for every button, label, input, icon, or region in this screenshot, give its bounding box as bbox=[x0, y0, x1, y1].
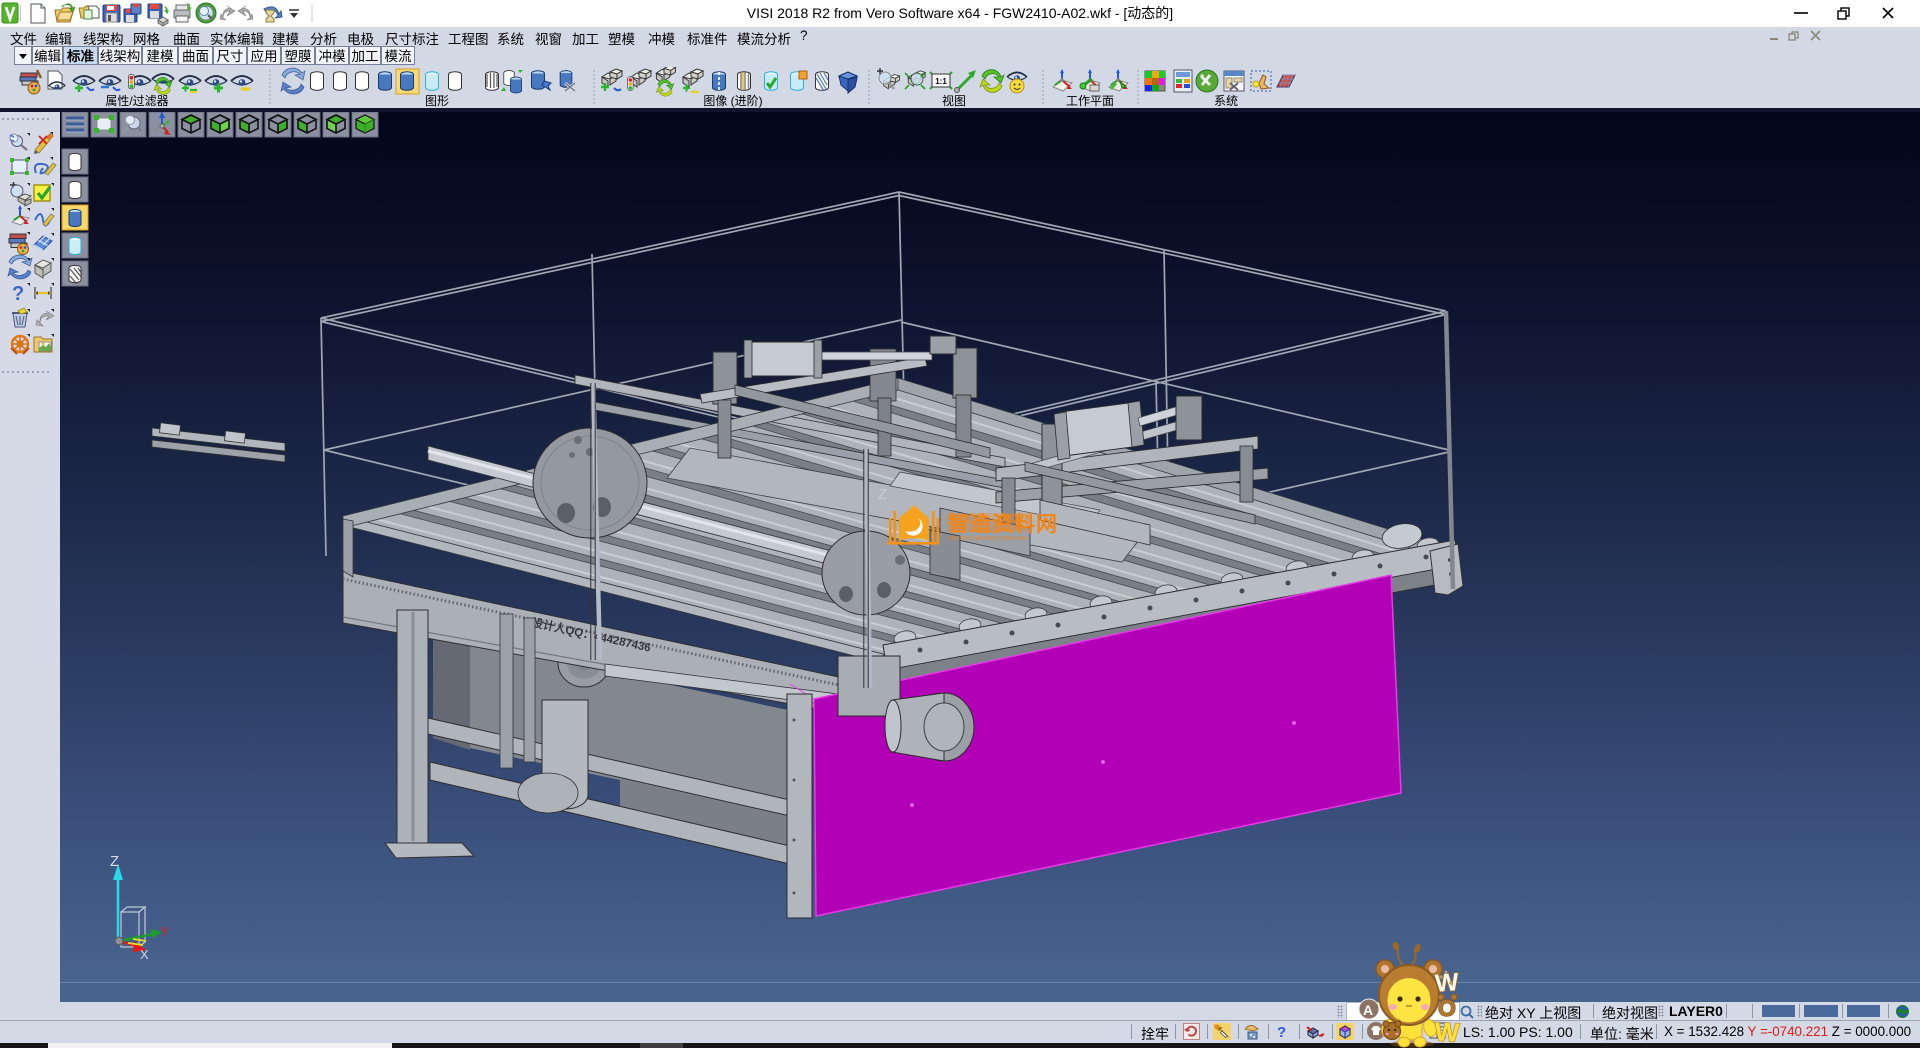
svg-text:属性/过滤器: 属性/过滤器 bbox=[105, 94, 168, 108]
svg-text:图像 (进阶): 图像 (进阶) bbox=[703, 94, 762, 108]
svg-text:A: A bbox=[1363, 1002, 1373, 1018]
svg-text:INDUSTRY MANUFACTURING DATA: INDUSTRY MANUFACTURING DATA bbox=[948, 536, 1028, 542]
svg-text:X: X bbox=[140, 947, 149, 962]
svg-text:Z: Z bbox=[110, 853, 119, 870]
svg-text:工作平面: 工作平面 bbox=[1066, 94, 1114, 108]
svg-text:视图: 视图 bbox=[942, 93, 966, 108]
svg-text:Y: Y bbox=[160, 924, 169, 939]
svg-text:Z: Z bbox=[878, 486, 887, 503]
svg-text:1:1: 1:1 bbox=[935, 77, 947, 86]
svg-text:?: ? bbox=[12, 283, 24, 305]
svg-text:智造资料网: 智造资料网 bbox=[948, 512, 1058, 536]
svg-text:图形: 图形 bbox=[425, 94, 449, 108]
svg-text:系统: 系统 bbox=[1214, 94, 1238, 108]
svg-text:W: W bbox=[1434, 1016, 1461, 1047]
